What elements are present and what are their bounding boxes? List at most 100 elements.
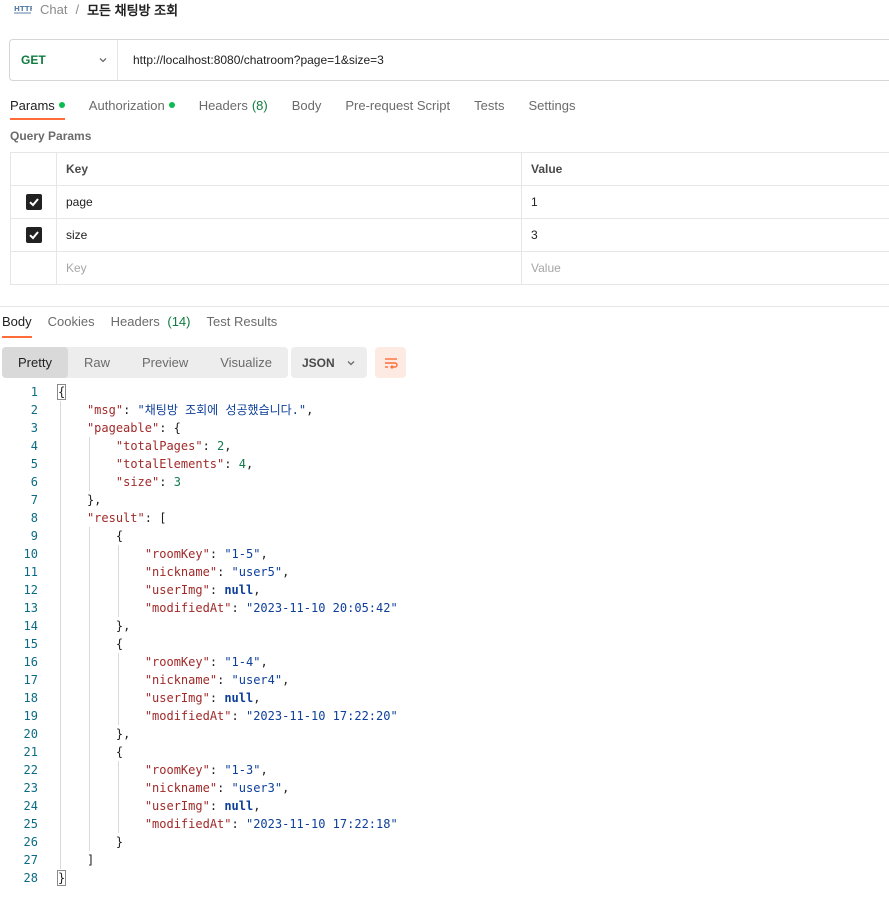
tab-label: Authorization bbox=[88, 97, 165, 113]
table-row: page 1 bbox=[11, 186, 889, 219]
table-header-row: Key Value bbox=[11, 153, 889, 186]
code-text: } bbox=[56, 870, 67, 886]
code-line: 14 }, bbox=[0, 617, 131, 635]
tab-authorization[interactable]: Authorization bbox=[89, 94, 175, 116]
code-text: "modifiedAt": "2023-11-10 17:22:20" bbox=[144, 709, 398, 723]
response-tabs: Body Cookies Headers (14) Test Results bbox=[2, 314, 293, 338]
breadcrumb-separator: / bbox=[75, 1, 80, 17]
param-checkbox[interactable] bbox=[25, 227, 42, 243]
url-input[interactable]: http://localhost:8080/chatroom?page=1&si… bbox=[118, 53, 384, 67]
line-number: 23 bbox=[23, 781, 38, 795]
tab-body[interactable]: Body bbox=[292, 94, 322, 116]
tab-settings[interactable]: Settings bbox=[528, 94, 575, 116]
request-url-bar: GET http://localhost:8080/chatroom?page=… bbox=[9, 39, 889, 81]
view-raw[interactable]: Raw bbox=[68, 347, 126, 378]
code-text: ] bbox=[86, 853, 95, 867]
checkbox-cell bbox=[11, 186, 57, 218]
code-line: 18 "userImg": null, bbox=[0, 689, 261, 707]
line-number: 2 bbox=[30, 403, 38, 417]
request-tabs: Params Authorization Headers (8) Body Pre… bbox=[10, 94, 599, 124]
response-tab-headers[interactable]: Headers (14) bbox=[111, 314, 191, 332]
code-line: 15 { bbox=[0, 635, 124, 653]
code-text: "totalElements": 4, bbox=[115, 457, 254, 471]
code-line: 19 "modifiedAt": "2023-11-10 17:22:20" bbox=[0, 707, 398, 725]
param-value[interactable]: 3 bbox=[522, 219, 889, 251]
code-text: }, bbox=[115, 619, 131, 633]
response-tab-cookies[interactable]: Cookies bbox=[48, 314, 95, 332]
checkbox-column-header bbox=[11, 153, 57, 185]
request-name[interactable]: 모든 채팅방 조회 bbox=[87, 0, 178, 19]
line-number: 28 bbox=[23, 871, 38, 885]
svg-text:HTTP: HTTP bbox=[14, 5, 32, 13]
code-text: "totalPages": 2, bbox=[115, 439, 232, 453]
code-line: 6 "size": 3 bbox=[0, 473, 181, 491]
line-number: 8 bbox=[30, 511, 38, 525]
view-preview[interactable]: Preview bbox=[126, 347, 204, 378]
line-number: 12 bbox=[23, 583, 38, 597]
code-line: 2 "msg": "채팅방 조회에 성공했습니다.", bbox=[0, 401, 314, 419]
new-value-input[interactable]: Value bbox=[522, 252, 889, 284]
tab-label: Body bbox=[291, 97, 322, 113]
tab-count: (8) bbox=[251, 97, 268, 113]
tab-label: Headers bbox=[110, 314, 160, 329]
param-checkbox[interactable] bbox=[25, 194, 42, 210]
indent-guide bbox=[88, 437, 90, 491]
line-number: 19 bbox=[23, 709, 38, 723]
tab-count: (14) bbox=[167, 314, 191, 329]
code-line: 13 "modifiedAt": "2023-11-10 20:05:42" bbox=[0, 599, 398, 617]
view-mode-switch: Pretty Raw Preview Visualize bbox=[2, 347, 289, 378]
param-key[interactable]: page bbox=[57, 186, 522, 218]
http-request-icon: HTTP bbox=[14, 2, 35, 16]
table-row: size 3 bbox=[11, 219, 889, 252]
method-select[interactable]: GET bbox=[10, 40, 118, 80]
response-tab-test-results[interactable]: Test Results bbox=[207, 314, 278, 332]
wrap-lines-button[interactable] bbox=[375, 347, 406, 378]
indent-guide bbox=[117, 761, 119, 833]
checkbox-cell bbox=[11, 252, 57, 284]
indent-guide bbox=[117, 653, 119, 725]
response-tab-body[interactable]: Body bbox=[2, 314, 32, 338]
line-number: 9 bbox=[30, 529, 38, 543]
code-line: 26 } bbox=[0, 833, 124, 851]
tab-label: Pre-request Script bbox=[345, 97, 451, 113]
line-number: 27 bbox=[23, 853, 38, 867]
indent-guide bbox=[117, 545, 119, 617]
indent-guide bbox=[60, 401, 61, 869]
code-line: 27 ] bbox=[0, 851, 95, 869]
code-text: } bbox=[115, 835, 124, 849]
new-key-input[interactable]: Key bbox=[57, 252, 522, 284]
view-pretty[interactable]: Pretty bbox=[2, 347, 68, 378]
code-line: 23 "nickname": "user3", bbox=[0, 779, 290, 797]
code-line: 3 "pageable": { bbox=[0, 419, 181, 437]
code-text: "size": 3 bbox=[115, 475, 181, 489]
pane-divider[interactable] bbox=[0, 306, 889, 307]
status-dot-icon bbox=[58, 102, 65, 108]
code-text: "pageable": { bbox=[86, 421, 181, 435]
line-number: 24 bbox=[23, 799, 38, 813]
param-key[interactable]: size bbox=[57, 219, 522, 251]
line-number: 15 bbox=[23, 637, 38, 651]
breadcrumb-parent[interactable]: Chat bbox=[40, 2, 67, 17]
key-column-header: Key bbox=[57, 153, 522, 185]
line-number: 20 bbox=[23, 727, 38, 741]
tab-pre-request-script[interactable]: Pre-request Script bbox=[345, 94, 450, 116]
tab-headers[interactable]: Headers (8) bbox=[199, 94, 268, 116]
code-text: }, bbox=[86, 493, 102, 507]
line-number: 7 bbox=[30, 493, 38, 507]
tab-params[interactable]: Params bbox=[10, 94, 65, 120]
view-visualize[interactable]: Visualize bbox=[204, 347, 288, 378]
param-value[interactable]: 1 bbox=[522, 186, 889, 218]
code-line: 22 "roomKey": "1-3", bbox=[0, 761, 268, 779]
code-line: 4 "totalPages": 2, bbox=[0, 437, 232, 455]
code-line: 7 }, bbox=[0, 491, 102, 509]
code-text: "modifiedAt": "2023-11-10 17:22:18" bbox=[144, 817, 398, 831]
code-line: 5 "totalElements": 4, bbox=[0, 455, 253, 473]
line-number: 18 bbox=[23, 691, 38, 705]
code-line: 11 "nickname": "user5", bbox=[0, 563, 290, 581]
line-number: 21 bbox=[23, 745, 38, 759]
chevron-down-icon bbox=[99, 58, 107, 63]
code-line: 20 }, bbox=[0, 725, 131, 743]
format-select[interactable]: JSON bbox=[291, 347, 367, 378]
tab-tests[interactable]: Tests bbox=[474, 94, 504, 116]
line-number: 16 bbox=[23, 655, 38, 669]
